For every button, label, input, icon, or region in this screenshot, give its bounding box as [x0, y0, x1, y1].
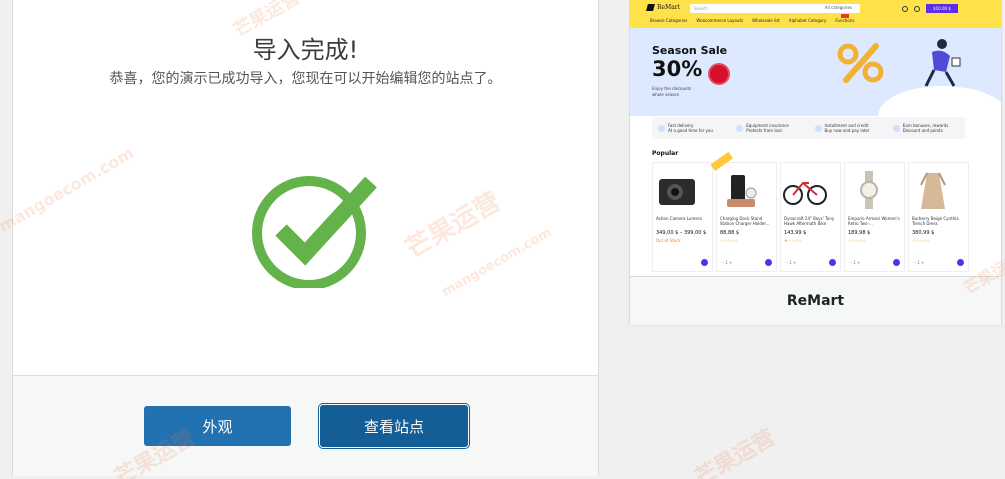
- preview-logo: ReMart: [646, 4, 680, 11]
- camera-icon: [659, 179, 695, 205]
- percent-balloon-icon: [837, 43, 884, 83]
- preview-products: Action Camera Lumera 349,00 $ – 399,00 $…: [652, 151, 969, 272]
- add-to-cart-icon: [765, 259, 772, 266]
- add-to-cart-icon: [893, 259, 900, 266]
- theme-name: ReMart: [630, 276, 1001, 325]
- view-site-button[interactable]: 查看站点: [320, 405, 468, 447]
- watch-icon: [860, 171, 878, 209]
- charging-dock-icon: [727, 175, 757, 207]
- watermark: 芒果运营: [690, 425, 780, 479]
- appearance-button[interactable]: 外观: [144, 406, 291, 446]
- add-to-cart-icon: [701, 259, 708, 266]
- new-badge: [841, 14, 849, 18]
- shield-icon: [736, 124, 744, 132]
- add-to-cart-icon: [829, 259, 836, 266]
- truck-icon: [658, 124, 665, 132]
- heart-icon: [914, 5, 920, 12]
- theme-screenshot: ReMart Search All categories $10.00 $ Br…: [630, 0, 1001, 276]
- import-footer: 外观 查看站点: [13, 375, 598, 476]
- product-card: Burberry Beige Cynthia Trench Dress 380,…: [908, 162, 969, 272]
- credit-card-icon: [814, 124, 822, 132]
- hero-title: Season Sale: [652, 44, 728, 57]
- hero-text: Enjoy the discounts whole season: [652, 86, 692, 97]
- trench-dress-icon: [920, 172, 946, 209]
- hero-percent: 30%: [652, 57, 703, 81]
- user-icon: [902, 5, 908, 12]
- product-card: Dynacraft 24" Boys' Tony Hawk Aftermath …: [780, 162, 841, 272]
- import-subtitle: 恭喜，您的演示已成功导入，您现在可以开始编辑您的站点了。: [109, 71, 502, 87]
- product-card: Action Camera Lumera 349,00 $ – 399,00 $…: [652, 162, 713, 272]
- import-complete-panel: 导入完成! 恭喜，您的演示已成功导入，您现在可以开始编辑您的站点了。 外观 查看…: [12, 0, 599, 476]
- theme-card[interactable]: ReMart Search All categories $10.00 $ Br…: [629, 0, 1002, 325]
- preview-nav: Browse Categories Woocommerce Layouts Wh…: [650, 18, 855, 23]
- product-card: Charging Dock Stand Station Charger Hold…: [710, 151, 777, 272]
- flower-icon: [710, 65, 728, 83]
- product-card: Emporio Armani Women's Retro Two-... 189…: [844, 162, 905, 272]
- preview-header: ReMart Search All categories $10.00 $ Br…: [630, 0, 1001, 28]
- import-title: 导入完成!: [252, 36, 359, 64]
- checkmark-icon: [252, 176, 377, 288]
- preview-features: Fast delivery At a good time for you Equi…: [652, 117, 965, 139]
- gift-icon: [892, 124, 900, 132]
- shopping-person-icon: [924, 39, 961, 87]
- preview-search: Search All categories: [690, 4, 860, 13]
- popular-heading: Popular: [652, 150, 679, 157]
- add-to-cart-icon: [957, 259, 964, 266]
- bicycle-icon: [783, 181, 827, 205]
- preview-header-icons: $10.00 $: [902, 4, 958, 13]
- cart-button: $10.00 $: [926, 4, 958, 13]
